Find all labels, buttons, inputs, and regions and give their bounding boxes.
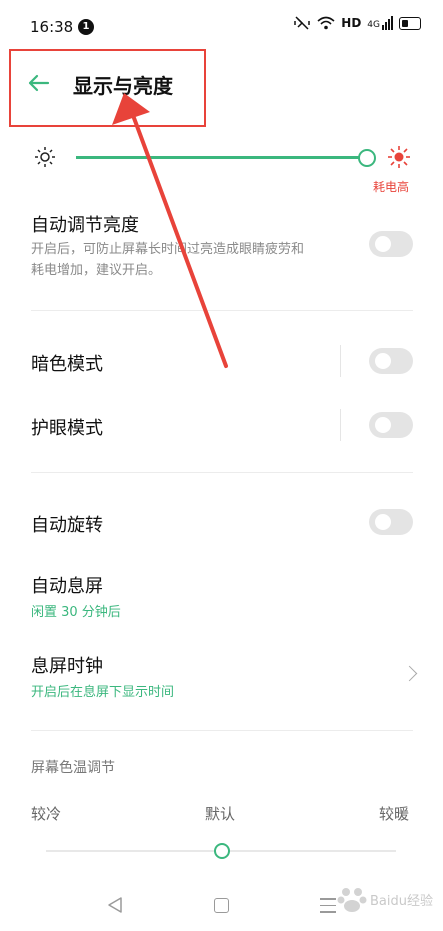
screen-off-clock-title[interactable]: 息屏时钟	[31, 652, 103, 678]
annotation-arrow	[112, 93, 228, 368]
battery-icon	[399, 16, 421, 30]
signal-icon: 4G	[367, 16, 393, 30]
annotation-highlight-box	[9, 49, 206, 127]
brightness-low-icon	[35, 147, 55, 167]
auto-brightness-description-1: 开启后，可防止屏幕长时间过亮造成眼睛疲劳和	[31, 242, 305, 257]
vertical-divider	[340, 345, 341, 377]
status-icons: HD 4G	[293, 16, 421, 30]
hd-label: HD	[341, 16, 362, 30]
screen-off-clock-subtitle: 开启后在息屏下显示时间	[31, 685, 175, 700]
divider	[31, 472, 413, 473]
dark-mode-title: 暗色模式	[31, 354, 103, 375]
eye-care-toggle[interactable]	[369, 412, 413, 438]
status-time: 16:38	[30, 18, 74, 36]
baidu-watermark: Baidu经验	[332, 878, 438, 928]
color-temperature-slider-thumb[interactable]	[214, 843, 230, 859]
warm-label: 较暖	[379, 805, 410, 823]
auto-brightness-toggle[interactable]	[369, 231, 413, 257]
brightness-slider-thumb[interactable]	[358, 149, 376, 167]
default-label: 默认	[205, 805, 236, 823]
notification-badge: 1	[78, 19, 94, 35]
brightness-slider-track[interactable]	[76, 156, 360, 159]
chevron-right-icon[interactable]	[401, 665, 418, 682]
divider	[31, 310, 413, 311]
nav-home-icon[interactable]	[214, 898, 229, 913]
auto-brightness-title: 自动调节亮度	[31, 215, 139, 236]
auto-sleep-title[interactable]: 自动息屏	[31, 572, 103, 598]
dark-mode-toggle[interactable]	[369, 348, 413, 374]
nav-back-icon[interactable]	[107, 896, 123, 914]
watermark-text: Baidu经验	[370, 894, 433, 909]
cool-label: 较冷	[31, 805, 62, 823]
auto-rotate-toggle[interactable]	[369, 509, 413, 535]
auto-rotate-title: 自动旋转	[31, 515, 103, 536]
vibrate-icon	[294, 16, 311, 30]
network-label: 4G	[367, 20, 380, 30]
vertical-divider	[340, 409, 341, 441]
auto-brightness-description-2: 耗电增加，建议开启。	[31, 263, 162, 278]
eye-care-title: 护眼模式	[31, 418, 103, 439]
auto-sleep-subtitle: 闲置 30 分钟后	[31, 605, 121, 620]
divider	[31, 730, 413, 731]
color-temperature-section-label: 屏幕色温调节	[31, 760, 115, 776]
brightness-high-icon	[388, 146, 410, 168]
wifi-icon	[317, 16, 335, 30]
high-power-label: 耗电高	[373, 180, 410, 194]
